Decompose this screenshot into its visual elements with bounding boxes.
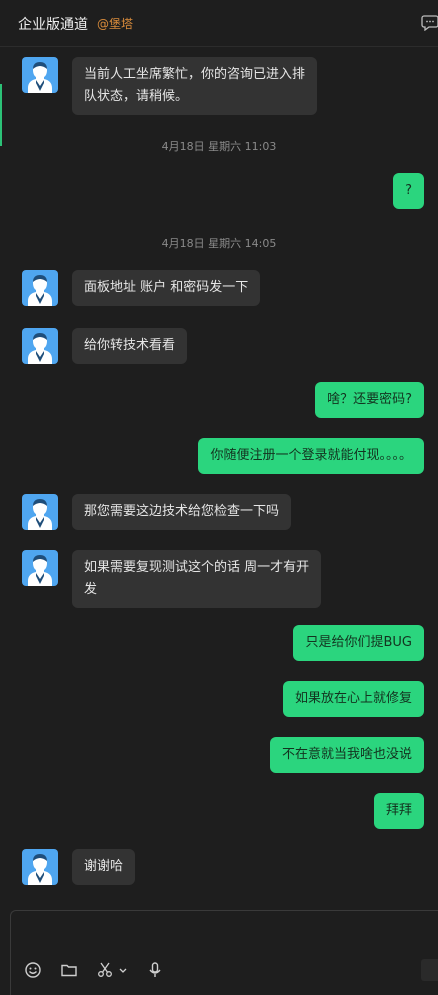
message-bubble-incoming: 面板地址 账户 和密码发一下 — [72, 270, 261, 306]
message-composer[interactable] — [10, 910, 438, 995]
person-icon — [28, 854, 52, 885]
message-bubble-outgoing: 只是给你们提BUG — [293, 625, 424, 661]
message-bubble-incoming: 当前人工坐席繁忙，你的咨询已进入排 队状态，请稍候。 — [72, 57, 318, 115]
timestamp: 4月18日 星期六 14:05 — [161, 237, 277, 250]
message-bubble-outgoing: 如果放在心上就修复 — [282, 681, 424, 717]
emoji-icon[interactable] — [24, 961, 42, 979]
timestamp: 4月18日 星期六 11:03 — [161, 140, 277, 153]
chat-title: 企业版通道 — [18, 17, 88, 33]
message-bubble-outgoing: 拜拜 — [373, 793, 424, 829]
person-icon — [28, 62, 52, 93]
avatar[interactable] — [22, 270, 58, 306]
person-icon — [28, 275, 52, 306]
chat-tag[interactable]: @堡塔 — [97, 15, 133, 32]
microphone-icon[interactable] — [146, 961, 164, 979]
message-list[interactable]: 当前人工坐席繁忙，你的咨询已进入排 队状态，请稍候。 4月18日 星期六 11:… — [0, 47, 438, 910]
avatar[interactable] — [22, 328, 58, 364]
message-bubble-outgoing: ? — [393, 173, 424, 209]
message-bubble-outgoing: 啥？还要密码? — [315, 382, 424, 418]
person-icon — [28, 555, 52, 586]
person-icon — [28, 499, 52, 530]
chevron-down-icon[interactable] — [117, 961, 129, 979]
message-bubble-outgoing: 不在意就当我啥也没说 — [269, 737, 424, 773]
chat-header: 企业版通道 @堡塔 — [0, 0, 438, 47]
chat-bubble-icon[interactable] — [421, 13, 438, 31]
message-bubble-incoming: 那您需要这边技术给您检查一下吗 — [72, 494, 292, 530]
scissors-icon[interactable] — [96, 961, 114, 979]
folder-icon[interactable] — [60, 961, 78, 979]
message-bubble-incoming: 谢谢哈 — [72, 849, 136, 885]
message-bubble-incoming: 给你转技术看看 — [72, 328, 188, 364]
person-icon — [28, 333, 52, 364]
avatar[interactable] — [22, 494, 58, 530]
message-bubble-incoming: 如果需要复现测试这个的话 周一才有开 发 — [72, 550, 322, 608]
message-bubble-outgoing: 你随便注册一个登录就能付现。。。。 — [198, 438, 424, 474]
avatar[interactable] — [22, 57, 58, 93]
avatar[interactable] — [22, 550, 58, 586]
send-button[interactable] — [421, 959, 438, 981]
avatar[interactable] — [22, 849, 58, 885]
